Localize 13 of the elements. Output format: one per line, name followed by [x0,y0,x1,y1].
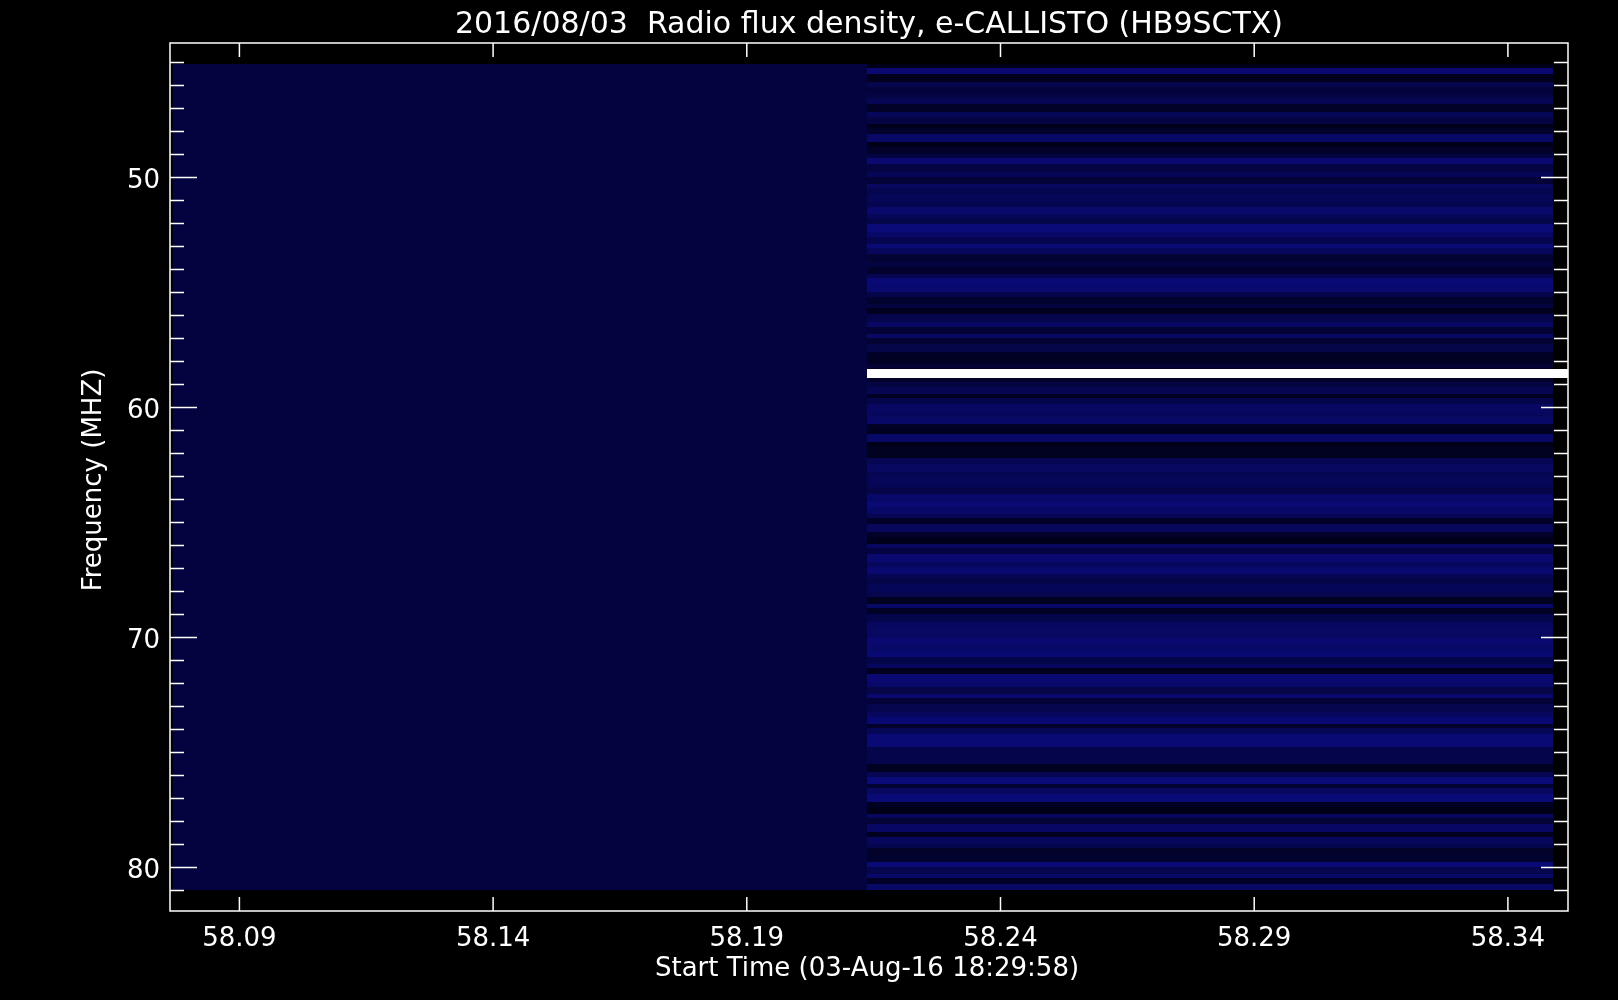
x-axis-label: Start Time (03-Aug-16 18:29:58) [654,952,1080,982]
y-tick-label: 70 [126,623,160,654]
x-tick-label: 58.09 [202,922,277,952]
y-tick-label: 50 [126,163,160,194]
x-tick-label: 58.29 [1217,922,1292,952]
x-tick-label: 58.14 [455,922,531,952]
chart-title: 2016/08/03 Radio flux density, e-CALLISTO (HB9SCTX) [454,5,1284,40]
x-tick-label: 58.19 [709,922,784,952]
y-axis-label: Frequency (MHZ) [77,368,107,592]
x-tick-label: 58.34 [1470,922,1546,952]
x-tick-label: 58.24 [963,922,1038,952]
y-tick-label: 60 [126,393,160,424]
y-tick-label: 80 [126,853,160,884]
